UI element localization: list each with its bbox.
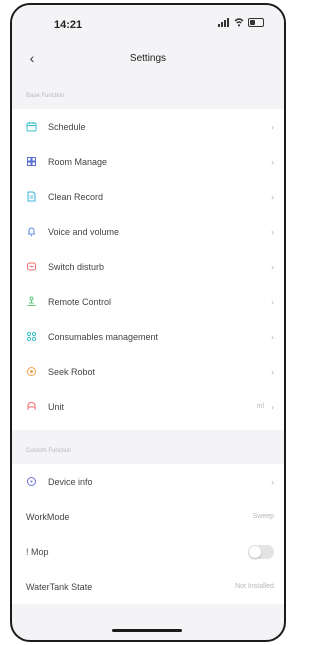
menu-item-clean-record[interactable]: Clean Record › — [12, 179, 284, 214]
menu-item-voice-and-volume[interactable]: Voice and volume › — [12, 214, 284, 249]
custom-function-list: Device info › WorkMode Sweep ! Mop Water… — [12, 464, 284, 604]
workmode-value: Sweep — [252, 513, 274, 520]
battery-icon — [248, 18, 264, 27]
unit-value: ml — [256, 403, 264, 410]
chevron-right-icon: › — [271, 261, 274, 272]
chevron-right-icon: › — [271, 331, 274, 342]
navigation-bar: ‹ Settings — [12, 43, 284, 73]
signal-icon — [218, 18, 229, 27]
mop-toggle[interactable] — [248, 544, 274, 559]
menu-item-consumables-management[interactable]: Consumables management › — [12, 319, 284, 354]
menu-item-label: WaterTank State — [26, 581, 93, 592]
status-time: 14:21 — [54, 19, 83, 31]
menu-item-workmode[interactable]: WorkMode Sweep — [12, 499, 284, 534]
chevron-right-icon: › — [271, 121, 274, 132]
chevron-right-icon: › — [271, 296, 274, 307]
menu-item-seek-robot[interactable]: Seek Robot › — [12, 354, 284, 389]
menu-item-label: Switch disturb — [48, 261, 105, 272]
consumables-icon — [26, 331, 37, 342]
menu-item-room-manage[interactable]: Room Manage › — [12, 144, 284, 179]
menu-item-remote-control[interactable]: Remote Control › — [12, 284, 284, 319]
chevron-right-icon: › — [271, 156, 274, 167]
menu-item-watertank-state: WaterTank State Not Installed — [12, 569, 284, 604]
bell-icon — [28, 227, 35, 237]
menu-item-label: WorkMode — [26, 511, 70, 522]
status-bar: 14:21 — [12, 5, 284, 39]
do-not-disturb-icon — [27, 262, 36, 271]
chevron-right-icon: › — [271, 476, 274, 487]
room-icon — [27, 157, 36, 166]
info-icon — [27, 477, 36, 486]
document-icon — [27, 191, 36, 202]
menu-item-label: Remote Control — [48, 296, 112, 307]
menu-item-label: Device info — [48, 476, 93, 487]
menu-item-schedule[interactable]: Schedule › — [12, 109, 284, 144]
watertank-state-value: Not Installed — [235, 583, 274, 590]
calendar-icon — [26, 122, 37, 132]
chevron-right-icon: › — [271, 401, 274, 412]
menu-item-switch-disturb[interactable]: Switch disturb › — [12, 249, 284, 284]
home-indicator[interactable] — [112, 629, 182, 632]
unit-icon — [27, 401, 36, 410]
menu-item-device-info[interactable]: Device info › — [12, 464, 284, 499]
status-icons — [218, 18, 264, 27]
menu-item-label: Seek Robot — [48, 366, 96, 377]
menu-item-label: ! Mop — [26, 546, 49, 557]
menu-item-label: Schedule — [48, 121, 86, 132]
phone-frame: 14:21 ‹ Settings Base Function Schedule … — [10, 3, 286, 642]
section-label-custom: Custom Function — [26, 448, 72, 454]
menu-item-label: Room Manage — [48, 156, 108, 167]
chevron-right-icon: › — [271, 191, 274, 202]
section-label-base: Base Function — [26, 93, 65, 99]
menu-item-unit[interactable]: Unit ml › — [12, 389, 284, 424]
chevron-right-icon: › — [271, 226, 274, 237]
seek-robot-icon — [27, 367, 36, 376]
wifi-icon — [234, 18, 244, 27]
menu-item-label: Clean Record — [48, 191, 104, 202]
page-title: Settings — [129, 53, 167, 64]
remote-control-icon — [27, 296, 36, 306]
base-function-list: Schedule › Room Manage › Clean Record › — [12, 109, 284, 430]
menu-item-label: Voice and volume — [48, 226, 120, 237]
chevron-right-icon: › — [271, 366, 274, 377]
menu-item-label: Unit — [48, 401, 65, 412]
menu-item-mop: ! Mop — [12, 534, 284, 569]
menu-item-label: Consumables management — [48, 331, 159, 342]
